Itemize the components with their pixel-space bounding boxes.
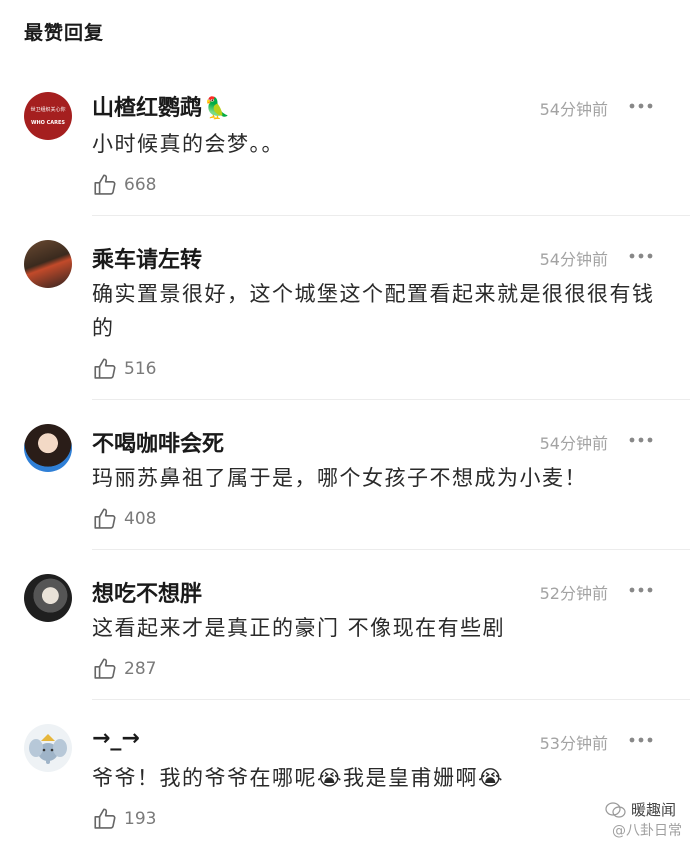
username[interactable]: 山楂红鹦鹉🦜 — [92, 90, 230, 122]
comment-time: 52分钟前 — [539, 584, 608, 603]
like-count: 287 — [124, 659, 157, 679]
section-title: 最赞回复 — [24, 22, 105, 44]
thumbs-up-icon — [94, 508, 116, 529]
username[interactable]: 乘车请左转 — [92, 242, 202, 274]
like-button[interactable]: 193 — [92, 806, 156, 832]
avatar[interactable] — [24, 240, 72, 288]
wechat-icon — [605, 801, 626, 818]
divider — [92, 699, 690, 700]
comment-text: 小时候真的会梦。。 — [92, 132, 284, 156]
divider — [92, 549, 690, 550]
thumbs-up-icon — [94, 358, 116, 379]
avatar[interactable] — [24, 724, 72, 772]
watermark-sub: @八卦日常 — [612, 823, 682, 839]
comment-text: 这看起来才是真正的豪门 不像现在有些剧 — [92, 616, 506, 640]
more-options-icon[interactable] — [628, 580, 654, 600]
divider — [92, 215, 690, 216]
divider — [92, 399, 690, 400]
comment-time: 54分钟前 — [539, 434, 608, 453]
comment-time: 54分钟前 — [539, 250, 608, 269]
more-options-icon[interactable] — [628, 730, 654, 750]
thumbs-up-icon — [94, 808, 116, 829]
avatar[interactable] — [24, 424, 72, 472]
like-button[interactable]: 408 — [92, 506, 156, 532]
more-options-icon[interactable] — [628, 96, 654, 116]
like-count: 193 — [124, 809, 157, 829]
like-button[interactable]: 287 — [92, 656, 156, 682]
comment-text: 玛丽苏鼻祖了属于是，哪个女孩子不想成为小麦！ — [92, 466, 587, 490]
more-options-icon[interactable] — [628, 246, 654, 266]
avatar[interactable] — [24, 574, 72, 622]
like-count: 668 — [124, 175, 157, 195]
comment-text: 爷爷！我的爷爷在哪呢😭我是皇甫姗啊😭 — [92, 766, 505, 790]
elephant-avatar-icon — [29, 734, 67, 764]
like-count: 516 — [124, 359, 157, 379]
watermark: 暖趣闻 — [605, 799, 676, 820]
avatar-label-bottom: WHO CARES — [30, 120, 66, 126]
parrot-emoji: 🦜 — [204, 96, 231, 120]
comment-text: 确实置景很好，这个城堡这个配置看起来就是很很很有钱的 — [92, 282, 655, 340]
comment-time: 53分钟前 — [539, 734, 608, 753]
watermark-brand: 暖趣闻 — [630, 801, 676, 819]
thumbs-up-icon — [94, 174, 116, 195]
avatar-label-top: 世卫组织关心你 — [30, 107, 66, 113]
username[interactable]: 不喝咖啡会死 — [92, 426, 224, 458]
comment-time: 54分钟前 — [539, 100, 608, 119]
like-button[interactable]: 516 — [92, 356, 156, 382]
avatar[interactable]: 世卫组织关心你 WHO CARES — [24, 92, 72, 140]
username[interactable]: →_→ — [92, 726, 140, 751]
username[interactable]: 想吃不想胖 — [92, 576, 202, 608]
like-count: 408 — [124, 509, 157, 529]
username-text: 山楂红鹦鹉 — [92, 96, 203, 121]
like-button[interactable]: 668 — [92, 172, 156, 198]
more-options-icon[interactable] — [628, 430, 654, 450]
thumbs-up-icon — [94, 658, 116, 679]
